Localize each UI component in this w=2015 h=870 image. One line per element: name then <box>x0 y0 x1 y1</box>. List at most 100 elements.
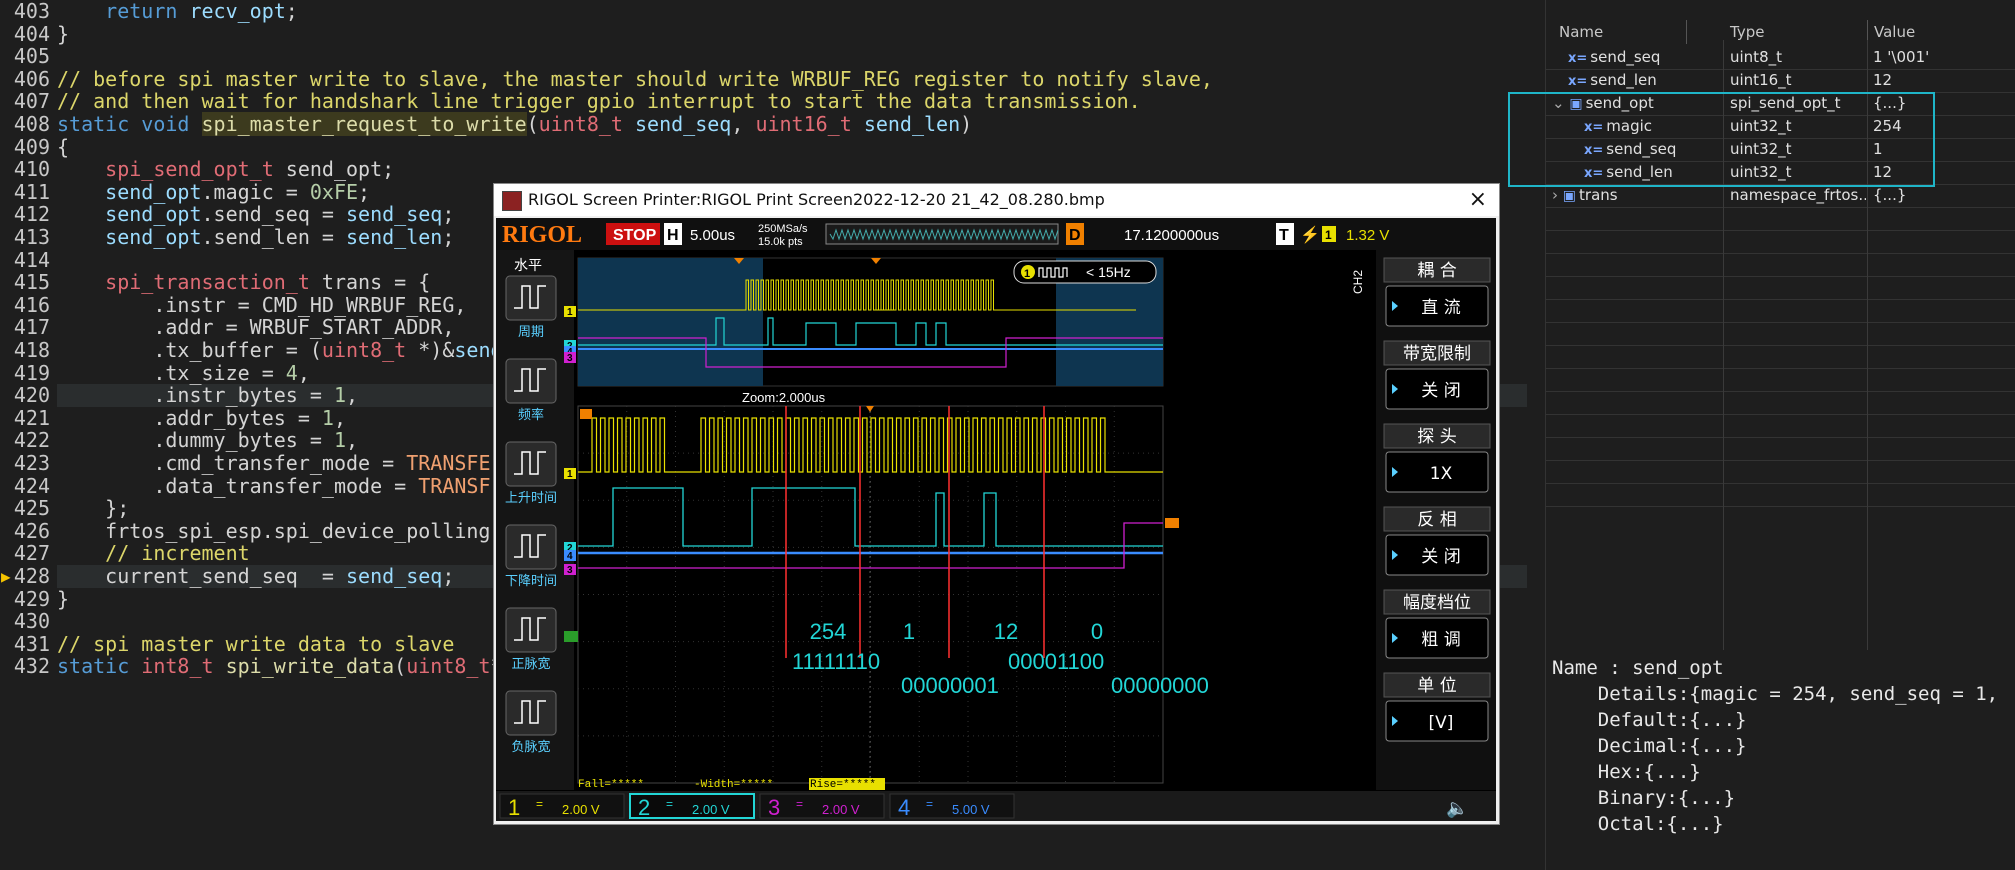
watch-value[interactable]: 12 <box>1873 69 2013 92</box>
code-line[interactable]: } <box>57 22 69 46</box>
empty-watch-row[interactable] <box>1546 207 2015 231</box>
line-number[interactable]: 427 <box>0 542 54 565</box>
window-title: RIGOL Screen Printer:RIGOL Print Screen2… <box>528 190 1105 209</box>
code-line[interactable]: // increment <box>57 542 250 565</box>
code-line[interactable]: .tx_buffer = (uint8_t *)&send <box>57 339 502 362</box>
line-number[interactable]: 409 <box>0 135 54 159</box>
code-line[interactable]: send_opt.magic = 0xFE; <box>57 180 370 204</box>
run-stop-status[interactable]: STOP <box>613 227 657 244</box>
measure-button[interactable] <box>505 524 557 570</box>
code-line[interactable]: .tx_size = 4, <box>57 361 310 385</box>
code-line[interactable]: send_opt.send_seq = send_seq; <box>57 203 454 226</box>
watch-name: send_seq <box>1590 48 1661 66</box>
watch-value[interactable]: 1 '\001' <box>1873 46 2013 69</box>
measure-button[interactable] <box>505 358 557 404</box>
line-number[interactable]: 407 <box>0 90 54 113</box>
code-line[interactable]: .dummy_bytes = 1, <box>57 429 358 452</box>
line-number[interactable]: 403 <box>0 0 54 23</box>
line-number[interactable]: 431 <box>0 633 54 656</box>
code-line[interactable]: .instr_bytes = 1, <box>57 384 358 407</box>
line-number[interactable]: 413 <box>0 226 54 249</box>
code-line[interactable]: return recv_opt; <box>57 0 298 23</box>
empty-watch-row[interactable] <box>1546 437 2015 461</box>
line-number[interactable]: 422 <box>0 429 54 452</box>
line-number[interactable]: 419 <box>0 361 54 385</box>
line-number[interactable]: 423 <box>0 452 54 475</box>
code-line[interactable]: // spi master write data to slave <box>57 632 454 656</box>
trigger-level: 1.32 V <box>1346 227 1389 244</box>
empty-watch-row[interactable] <box>1546 414 2015 438</box>
menu-title: 带宽限制 <box>1403 344 1471 364</box>
brand-logo: RIGOL <box>502 222 582 248</box>
coupling-icon: = <box>536 797 543 811</box>
ch2-tab[interactable]: CH2 <box>1351 270 1365 294</box>
line-number[interactable]: 424 <box>0 474 54 498</box>
expand-chevron-icon[interactable]: › <box>1552 186 1563 204</box>
line-number[interactable]: 420 <box>0 384 54 407</box>
line-number[interactable]: 430 <box>0 610 54 633</box>
line-number[interactable]: 426 <box>0 520 54 543</box>
line-number[interactable]: 425 <box>0 497 54 520</box>
measure-button-label: 频率 <box>518 407 544 423</box>
watch-header-value[interactable]: Value <box>1868 20 2014 44</box>
line-number[interactable]: 411 <box>0 181 54 204</box>
line-number[interactable]: 418 <box>0 339 54 362</box>
line-number[interactable]: 410 <box>0 158 54 181</box>
code-line[interactable]: { <box>57 135 69 159</box>
speaker-icon[interactable]: 🔈 <box>1446 798 1468 819</box>
empty-watch-row[interactable] <box>1546 253 2015 277</box>
line-number[interactable]: 414 <box>0 248 54 272</box>
watch-row[interactable]: x= send_seq uint8_t 1 '\001' <box>1546 46 2015 70</box>
empty-watch-row[interactable] <box>1546 368 2015 392</box>
code-line[interactable]: static void spi_master_request_to_write(… <box>57 112 972 136</box>
code-line[interactable]: spi_transaction_t trans = { <box>57 271 430 294</box>
code-line[interactable]: current_send_seq = send_seq; <box>57 565 454 588</box>
window-titlebar[interactable]: RIGOL Screen Printer:RIGOL Print Screen2… <box>494 184 1499 216</box>
code-line[interactable]: .addr_bytes = 1, <box>57 406 346 430</box>
line-number[interactable]: 416 <box>0 294 54 317</box>
code-line[interactable]: // and then wait for handshark line trig… <box>57 90 1141 113</box>
empty-watch-row[interactable] <box>1546 391 2015 415</box>
empty-watch-row[interactable] <box>1546 483 2015 507</box>
code-line[interactable]: .data_transfer_mode = TRANSF <box>57 474 490 498</box>
empty-watch-row[interactable] <box>1546 276 2015 300</box>
watch-row[interactable]: x= send_len uint16_t 12 <box>1546 69 2015 93</box>
line-number[interactable]: 406 <box>0 68 54 91</box>
watch-header-name[interactable]: Name <box>1553 20 1687 44</box>
decoded-value: 12 <box>994 619 1018 644</box>
code-line[interactable]: send_opt.send_len = send_len; <box>57 226 454 249</box>
line-number[interactable]: 408 <box>0 113 54 136</box>
code-line[interactable]: }; <box>57 497 129 520</box>
code-line[interactable]: // before spi master write to slave, the… <box>57 67 1213 91</box>
code-line[interactable]: frtos_spi_esp.spi_device_polling <box>57 520 490 543</box>
line-number[interactable]: 429 <box>0 587 54 611</box>
line-number[interactable]: 405 <box>0 45 54 68</box>
screen-printer-window[interactable]: RIGOL Screen Printer:RIGOL Print Screen2… <box>493 183 1500 825</box>
measure-button[interactable] <box>505 690 557 736</box>
line-number[interactable]: 415 <box>0 271 54 294</box>
watch-row[interactable]: › ▣ trans namespace_frtos... {...} <box>1546 184 2015 208</box>
line-number[interactable]: 432 <box>0 655 54 678</box>
empty-watch-row[interactable] <box>1546 345 2015 369</box>
code-line[interactable]: spi_send_opt_t send_opt; <box>57 158 394 181</box>
watch-header-type[interactable]: Type <box>1724 20 1868 44</box>
rise-readout: Rise=***** <box>810 779 876 791</box>
code-line[interactable]: } <box>57 587 69 611</box>
code-line[interactable]: .instr = CMD_HD_WRBUF_REG, <box>57 294 466 317</box>
code-line[interactable]: .addr = WRBUF_START_ADDR, <box>57 316 454 339</box>
menu-title: 探 头 <box>1417 427 1456 447</box>
watch-value[interactable]: {...} <box>1873 184 2013 207</box>
line-number[interactable]: 417 <box>0 316 54 339</box>
empty-watch-row[interactable] <box>1546 230 2015 254</box>
line-number[interactable]: 421 <box>0 407 54 430</box>
close-icon[interactable]: × <box>1469 187 1487 212</box>
line-number[interactable]: 404 <box>0 22 54 46</box>
code-line[interactable]: .cmd_transfer_mode = TRANSFE <box>57 452 490 475</box>
measure-button[interactable] <box>505 275 557 321</box>
empty-watch-row[interactable] <box>1546 299 2015 323</box>
line-number[interactable]: 412 <box>0 203 54 226</box>
empty-watch-row[interactable] <box>1546 460 2015 484</box>
measure-button[interactable] <box>505 607 557 653</box>
empty-watch-row[interactable] <box>1546 322 2015 346</box>
measure-button[interactable] <box>505 441 557 487</box>
